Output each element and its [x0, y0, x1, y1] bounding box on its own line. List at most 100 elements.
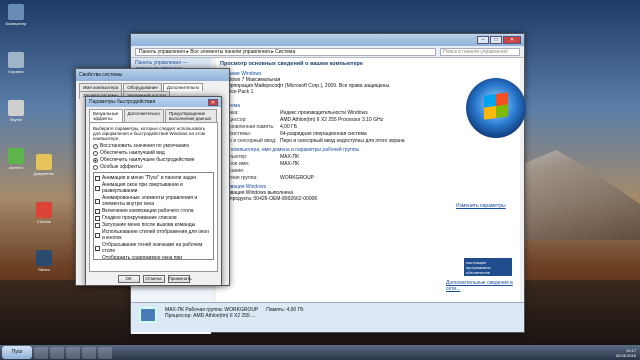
desktop-icon-label: Корзина	[8, 69, 24, 74]
perf-tabs: Визуальные эффекты Дополнительно Предотвра…	[86, 107, 221, 122]
torrent-icon	[8, 148, 24, 164]
folder-icon	[36, 154, 52, 170]
radio-label: Обеспечить наилучший вид	[100, 150, 165, 156]
checkbox[interactable]	[95, 185, 100, 191]
tab[interactable]: Дополнительно	[162, 83, 204, 91]
computer-icon	[8, 4, 24, 20]
effect-checkbox-item[interactable]: Использование стилей отображения для око…	[95, 229, 212, 241]
desktop-icon[interactable]: Skyrim	[2, 100, 30, 122]
tab[interactable]: Предотвращение выполнения данных	[164, 109, 217, 122]
desktop-icon[interactable]: Компьютер	[2, 4, 30, 26]
maximize-button[interactable]: □	[490, 36, 502, 44]
footer-memory: Память: 4,00 ГБ	[266, 307, 304, 313]
clock[interactable]: 10:17 05.06.2016	[616, 348, 640, 358]
desktop-icon-label: Документы	[33, 171, 55, 176]
sysprops-title: Свойства системы	[79, 72, 123, 78]
checkbox[interactable]	[95, 198, 100, 204]
chrome-icon[interactable]	[66, 346, 80, 359]
tab[interactable]: Дополнительно	[123, 109, 164, 122]
clock-date: 05.06.2016	[615, 352, 636, 358]
performance-options-dialog: Параметры быстродействия ✕ Визуальные эф…	[85, 96, 222, 286]
radio-option[interactable]: Восстановить значения по умолчанию	[93, 143, 214, 149]
chrome-icon	[36, 202, 52, 218]
info-row: Перо и сенсорный ввод: Перо и сенсорный в…	[220, 138, 516, 144]
checkbox[interactable]	[95, 258, 100, 259]
checkbox[interactable]	[95, 175, 100, 181]
effect-checkbox-item[interactable]: Анимация окон при свертывании и разверты…	[95, 182, 212, 194]
info-value: MAX-ПК	[280, 161, 300, 167]
desktop-icon[interactable]: utorrent	[2, 148, 30, 170]
address-bar: Панель управления ▸ Все элементы панели …	[131, 46, 524, 58]
sysprops-titlebar: Свойства системы	[76, 69, 229, 81]
effect-checkbox-item[interactable]: Анимация в меню "Пуск" и панели задач	[95, 175, 212, 181]
name-section-title: Имя компьютера, имя домена и параметры р…	[220, 147, 360, 153]
windows-logo-icon	[466, 78, 526, 138]
footer-cpu: Процессор: AMD Athlon(tm) II X2 255 ...	[165, 313, 256, 319]
radio-label: Восстановить значения по умолчанию	[100, 143, 190, 149]
effect-checkbox-item[interactable]: Затухание меню после вызова команды	[95, 222, 212, 228]
tab[interactable]: Оборудование	[123, 83, 162, 91]
checkbox[interactable]	[95, 208, 100, 214]
radio-button[interactable]	[93, 143, 98, 149]
apply-button[interactable]: Применить	[167, 275, 192, 283]
game-icon	[8, 100, 24, 116]
checkbox[interactable]	[95, 232, 100, 238]
info-value	[280, 168, 516, 174]
start-button[interactable]: Пуск	[2, 346, 32, 359]
radio-option[interactable]: Обеспечить наилучший вид	[93, 150, 214, 156]
perf-intro: Выберите параметры, которые следует испо…	[93, 126, 206, 141]
ok-button[interactable]: ОК	[117, 275, 140, 283]
effects-list[interactable]: Анимация в меню "Пуск" и панели задач Ани…	[93, 172, 214, 260]
radio-label: Обеспечить наилучшее быстродействие	[100, 157, 195, 163]
desktop-icon[interactable]: Корзина	[2, 52, 30, 74]
effect-checkbox-item[interactable]: Отображать содержимое окна при перетаски…	[95, 255, 212, 260]
steam-icon[interactable]	[82, 346, 96, 359]
minimize-button[interactable]: –	[477, 36, 489, 44]
tab[interactable]: Имя компьютера	[79, 83, 123, 91]
close-button[interactable]: ✕	[503, 36, 521, 44]
perf-titlebar: Параметры быстродействия ✕	[86, 97, 221, 107]
desktop-icon[interactable]: Steam	[30, 250, 58, 272]
taskbar: Пуск 10:17 05.06.2016	[0, 345, 640, 360]
change-params-link[interactable]: Изменить параметры	[456, 203, 506, 209]
tab[interactable]: Визуальные эффекты	[89, 109, 123, 122]
search-input[interactable]: Поиск в панели управления	[440, 47, 520, 56]
radio-button[interactable]	[93, 164, 98, 170]
checkbox-label: Анимированные элементы управления и элем…	[102, 195, 198, 207]
info-row: Описание:	[220, 168, 516, 174]
page-title: Просмотр основных сведений о вашем компь…	[220, 61, 363, 67]
explorer-icon[interactable]	[34, 346, 48, 359]
checkbox[interactable]	[95, 215, 100, 221]
more-info-link[interactable]: Дополнительные сведения в сети...	[446, 280, 520, 292]
recycle-bin-icon	[8, 52, 24, 68]
info-value: WORKGROUP	[280, 175, 314, 181]
radio-option[interactable]: Обеспечить наилучшее быстродействие	[93, 157, 214, 163]
checkbox-label: Отображать содержимое окна при перетаски…	[102, 255, 183, 260]
desktop-icon[interactable]: Документы	[30, 154, 58, 176]
computer-icon	[139, 307, 157, 323]
info-row: Компьютер: MAX-ПК	[220, 154, 516, 160]
desktop-icon[interactable]: Chrome	[30, 202, 58, 224]
effect-checkbox-item[interactable]: Отбрасывание теней значками на рабочем с…	[95, 242, 212, 254]
effect-checkbox-item[interactable]: Анимированные элементы управления и элем…	[95, 195, 212, 207]
checkbox[interactable]	[95, 245, 100, 251]
desktop-icon-label: Компьютер	[5, 21, 27, 26]
steam-icon	[36, 250, 52, 266]
windows-flag-icon	[484, 92, 508, 120]
effect-checkbox-item[interactable]: Включение композиции рабочего стола	[95, 208, 212, 214]
perf-buttons: ОК Отмена Применить	[86, 275, 221, 283]
media-player-icon[interactable]	[50, 346, 64, 359]
radio-label: Особые эффекты:	[100, 164, 143, 170]
info-row: Тип системы: 64-разрядная операционная си…	[220, 131, 516, 137]
perf-close-button[interactable]: ✕	[208, 98, 218, 106]
radio-button[interactable]	[93, 150, 98, 156]
address-path[interactable]: Панель управления ▸ Все элементы панели …	[135, 47, 436, 56]
radio-button[interactable]	[93, 157, 98, 163]
effect-checkbox-item[interactable]: Гладкое прокручивание списков	[95, 215, 212, 221]
radio-option[interactable]: Особые эффекты:	[93, 164, 214, 170]
control-panel-icon[interactable]	[98, 346, 112, 359]
cancel-button[interactable]: Отмена	[142, 275, 165, 283]
perf-title: Параметры быстродействия	[89, 99, 156, 105]
checkbox[interactable]	[95, 222, 100, 228]
info-value: MAX-ПК	[280, 154, 300, 160]
